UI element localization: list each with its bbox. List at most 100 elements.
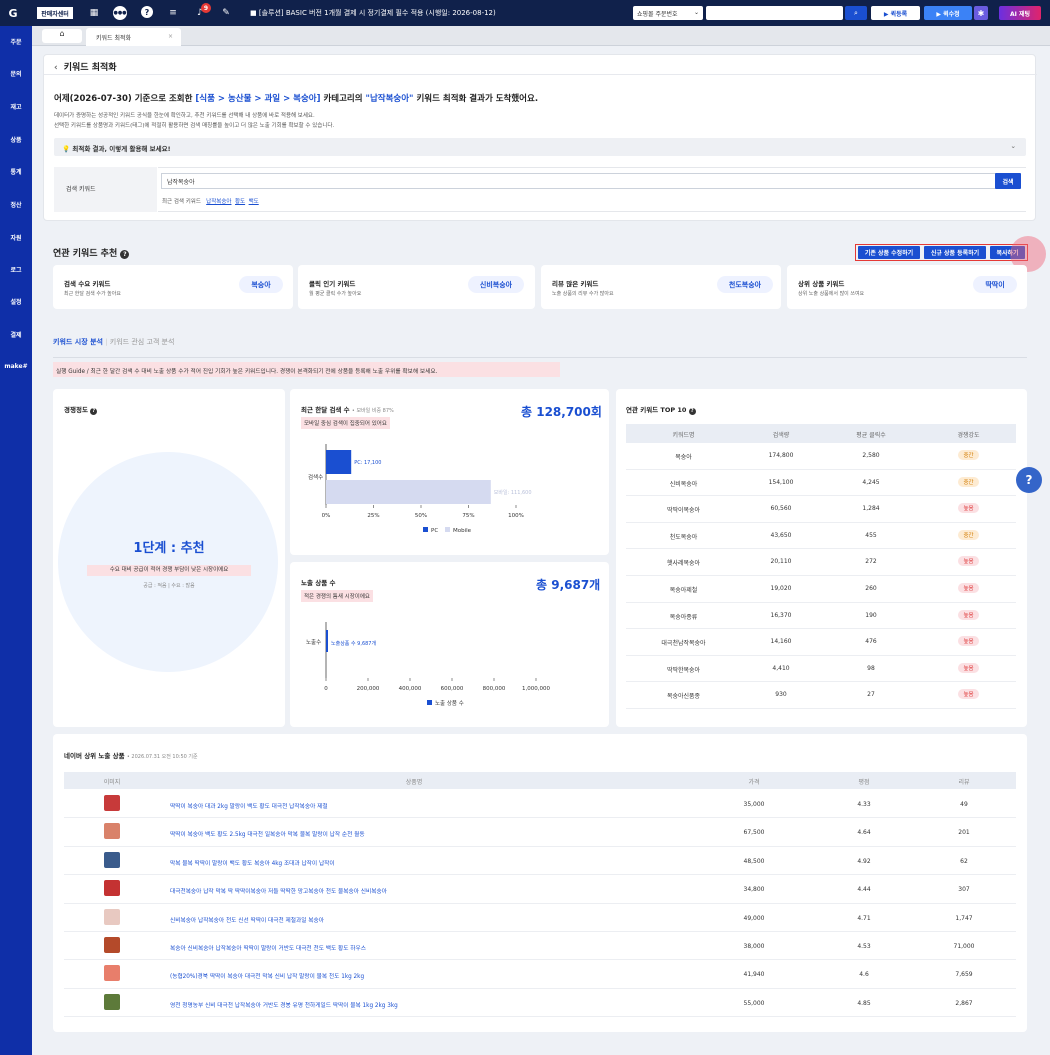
recent-keyword-3[interactable]: 백도	[249, 199, 259, 205]
home-tab[interactable]: ⌂	[42, 29, 82, 43]
related-card-search[interactable]: 검색 수요 키워드 최근 한달 검색 수가 높아요 복숭아	[53, 265, 293, 309]
table-row[interactable]: (농협20%)경북 딱딱이 복숭아 대극천 막복 신비 납작 말랑이 물복 천도…	[64, 960, 1016, 989]
related-card-sub: 최근 한달 검색 수가 높아요	[64, 291, 121, 297]
headline-category[interactable]: [식품 > 농산물 > 과일 > 복숭아]	[195, 94, 320, 104]
review-cell: 7,659	[955, 971, 973, 979]
keyword-search-button[interactable]: 검색	[995, 173, 1021, 189]
logo-icon[interactable]: G	[6, 6, 20, 20]
notice-text[interactable]: ■ [솔루션] BASIC 버전 1개월 결제 시 정기결제 필수 적용 (시행…	[250, 8, 620, 19]
sidebar-item-product[interactable]: 상품	[0, 135, 32, 144]
order-search-input[interactable]	[706, 6, 843, 20]
clicks-cell: 2,580	[862, 452, 880, 459]
review-cell: 307	[958, 886, 970, 894]
recent-keyword-2[interactable]: 황도	[235, 199, 245, 205]
order-number-select[interactable]: 쇼핑몰 주문번호 ⌄	[633, 6, 703, 20]
exposure-note: 적은 경쟁의 틈새 시장이에요	[301, 590, 373, 602]
tip-accordion[interactable]: 💡 최적화 결과, 이렇게 활용해 보세요! ⌄	[54, 138, 1026, 156]
calendar-icon[interactable]: ▦	[88, 7, 100, 19]
help-icon[interactable]: ?	[120, 250, 130, 259]
chat-icon[interactable]: ●●●	[113, 6, 127, 20]
back-icon[interactable]: ‹	[54, 63, 58, 73]
table-row: 대극천납작복숭아 14,160 476 높음	[626, 629, 1016, 656]
help-icon[interactable]: ?	[141, 6, 153, 18]
search-button[interactable]: ⌕	[845, 6, 867, 20]
sidebar-item-settle[interactable]: 정산	[0, 200, 32, 209]
product-name-link[interactable]: 막복 물복 딱딱이 말랑이 백도 황도 복숭아 4kg 조대과 납작이 납작이	[170, 858, 335, 867]
product-name-link[interactable]: 딱딱이 복숭아 대과 2kg 말랑이 백도 황도 대극천 납작복숭아 제철	[170, 801, 328, 810]
x-tick-label: 0	[324, 686, 328, 692]
related-card-review[interactable]: 리뷰 많은 키워드 노출 상품의 리뷰 수가 많아요 천도복숭아	[541, 265, 781, 309]
edit-existing-product-button[interactable]: 기존 상품 수정하기	[858, 246, 920, 259]
sidebar-item-stock[interactable]: 재고	[0, 102, 32, 111]
product-thumbnail[interactable]	[104, 993, 120, 1010]
floating-help-icon[interactable]: ?	[1016, 467, 1042, 493]
table-row[interactable]: 대극천복숭아 납작 막복 딱 딱딱이복숭아 저들 딱딱한 망고복숭아 천도 물복…	[64, 875, 1016, 904]
product-name-link[interactable]: 영천 청명농부 신비 대극천 납작복숭아 거반도 경봉 유명 천하게일드 딱딱이…	[170, 1000, 398, 1009]
product-thumbnail[interactable]	[104, 937, 120, 953]
sidebar-item-inquiry[interactable]: 문의	[0, 69, 32, 78]
tab-keyword-optimize[interactable]: 키워드 최적화 ×	[86, 28, 181, 46]
table-row[interactable]: 신비복숭아 납작복숭아 천도 신선 딱딱이 대극천 제철과일 복숭아 49,00…	[64, 904, 1016, 932]
table-row: 복숭아신품종 930 27 높음	[626, 682, 1016, 709]
recent-keyword-1[interactable]: 납작복숭아	[206, 199, 231, 205]
product-thumbnail[interactable]	[104, 795, 120, 811]
quick-register-button[interactable]: ▶ 퀵등록	[871, 6, 920, 20]
product-name-link[interactable]: 딱딱이 복숭아 백도 황도 2.5kg 대극천 일복숭아 막복 물복 말랑이 납…	[170, 829, 365, 838]
sidebar-item-log[interactable]: 로그	[0, 265, 32, 274]
sidebar-item-make[interactable]: make#	[0, 363, 32, 370]
order-select-label: 쇼핑몰 주문번호	[637, 11, 678, 18]
product-thumbnail[interactable]	[104, 851, 120, 868]
exposure-bar	[326, 630, 328, 652]
sidebar-item-order[interactable]: 주문	[0, 37, 32, 46]
help-icon[interactable]: ?	[90, 408, 98, 415]
table-row: 햇사레복숭아 20,110 272 높음	[626, 549, 1016, 576]
close-icon[interactable]: ×	[168, 33, 173, 40]
product-thumbnail[interactable]	[104, 965, 120, 982]
product-thumbnail[interactable]	[104, 823, 120, 840]
tab-market-analysis[interactable]: 키워드 시장 분석	[53, 338, 103, 346]
competition-tag: 높음	[958, 609, 979, 620]
product-thumbnail[interactable]	[104, 908, 120, 925]
keyword-cell: 신비복숭아	[669, 480, 698, 488]
table-row[interactable]: 영천 청명농부 신비 대극천 납작복숭아 거반도 경봉 유명 천하게일드 딱딱이…	[64, 989, 1016, 1018]
sidebar-item-payment[interactable]: 결제	[0, 330, 32, 339]
product-name-link[interactable]: (농협20%)경북 딱딱이 복숭아 대극천 막복 신비 납작 말랑이 물복 천도…	[170, 971, 364, 980]
recent-keywords: 최근 검색 키워드 납작복숭아 황도 백도	[162, 197, 259, 205]
sidebar-item-settings[interactable]: 설정	[0, 297, 32, 306]
table-row[interactable]: 복숭아 신비복숭아 납작복숭아 딱딱이 말랑이 거반도 대극천 천도 백도 황도…	[64, 932, 1016, 961]
x-tick-label: 0%	[322, 513, 331, 519]
competition-cell: 중간	[921, 476, 1016, 487]
quick-modify-button[interactable]: ▶ 퀵수정	[924, 6, 972, 20]
sidebar-item-stats[interactable]: 통계	[0, 167, 32, 176]
competition-cell: 중간	[921, 450, 1016, 460]
edit-icon[interactable]: ✎	[220, 7, 232, 19]
volume-cell: 43,650	[770, 531, 792, 539]
rating-cell: 4.44	[857, 886, 871, 894]
product-thumbnail[interactable]	[104, 880, 120, 897]
table-row[interactable]: 딱딱이 복숭아 대과 2kg 말랑이 백도 황도 대극천 납작복숭아 제철 35…	[64, 790, 1016, 819]
related-keyword-pill[interactable]: 복숭아	[239, 276, 283, 293]
product-name-link[interactable]: 신비복숭아 납작복숭아 천도 신선 딱딱이 대극천 제철과일 복숭아	[170, 915, 324, 924]
tab-customer-analysis[interactable]: 키워드 관심 고객 분석	[110, 338, 175, 346]
price-cell: 34,800	[743, 886, 765, 894]
register-new-product-button[interactable]: 신규 상품 등록하기	[924, 246, 986, 259]
top10-table-header: 키워드명 검색량 평균 클릭수 경쟁강도	[626, 424, 1016, 443]
help-icon[interactable]: ?	[688, 408, 696, 415]
gear-icon[interactable]: ✱	[974, 6, 988, 20]
table-row[interactable]: 막복 물복 딱딱이 말랑이 백도 황도 복숭아 4kg 조대과 납작이 납작이 …	[64, 847, 1016, 876]
related-card-top[interactable]: 상위 상품 키워드 상위 노출 상품에서 많이 쓰여요 딱딱이	[787, 265, 1027, 309]
related-keyword-pill[interactable]: 딱딱이	[973, 276, 1017, 293]
related-card-click[interactable]: 클릭 인기 키워드 월 평균 클릭 수가 높아요 신비복숭아	[298, 265, 535, 309]
keyword-search-input[interactable]: 납작복숭아	[161, 173, 996, 189]
ai-button[interactable]: AI 재팅	[999, 6, 1041, 20]
related-keyword-pill[interactable]: 천도복숭아	[717, 276, 773, 293]
product-name-link[interactable]: 복숭아 신비복숭아 납작복숭아 딱딱이 말랑이 거반도 대극천 천도 백도 황도…	[170, 943, 366, 952]
header-rating: 평점	[858, 779, 870, 786]
table-row[interactable]: 딱딱이 복숭아 백도 황도 2.5kg 대극천 일복숭아 막복 물복 말랑이 납…	[64, 818, 1016, 847]
x-tick-label: 100%	[508, 513, 524, 519]
product-name-link[interactable]: 대극천복숭아 납작 막복 딱 딱딱이복숭아 저들 딱딱한 망고복숭아 천도 물복…	[170, 886, 387, 895]
brand-button[interactable]: 판매자센터	[37, 7, 73, 19]
database-icon[interactable]: ≡	[167, 7, 179, 19]
related-keyword-pill[interactable]: 신비복숭아	[468, 276, 524, 293]
sidebar-item-resource[interactable]: 자원	[0, 233, 32, 242]
